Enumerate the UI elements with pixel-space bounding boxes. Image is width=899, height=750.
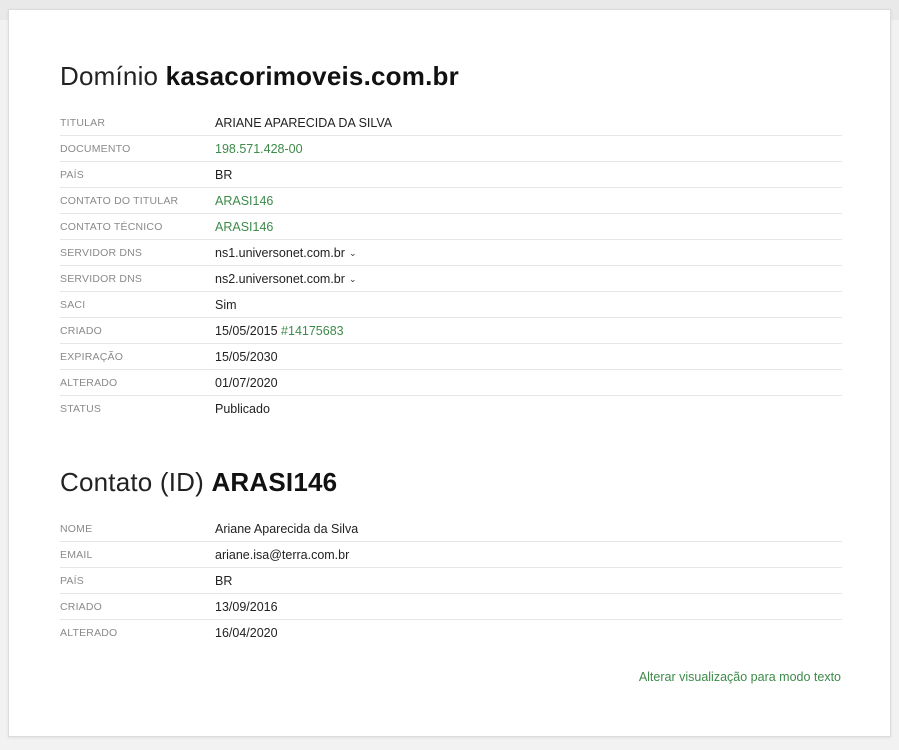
row-label: ALTERADO (60, 627, 118, 639)
row-alterado: ALTERADO 16/04/2020 (60, 620, 842, 646)
dns-server-2-value: ns2.universonet.com.br (215, 271, 345, 286)
row-documento: DOCUMENTO 198.571.428-00 (60, 136, 842, 162)
pais-value: BR (215, 167, 233, 182)
row-label: CONTATO TÉCNICO (60, 220, 163, 233)
row-saci: SACI Sim (60, 292, 842, 318)
contact-title-prefix: Contato (ID) (60, 467, 205, 497)
row-label: PAÍS (60, 168, 84, 181)
row-label: DOCUMENTO (60, 142, 131, 155)
dns-server-1[interactable]: ns1.universonet.com.br ⌄ (215, 246, 356, 260)
row-label: CRIADO (60, 324, 103, 337)
email-value: ariane.isa@terra.com.br (215, 547, 350, 562)
criado-date: 15/05/2015 (215, 323, 278, 338)
row-email: EMAIL ariane.isa@terra.com.br (60, 542, 842, 568)
row-label: EXPIRAÇÃO (60, 350, 124, 363)
saci-value: Sim (215, 297, 237, 312)
row-label: SERVIDOR DNS (60, 246, 143, 259)
row-criado: CRIADO 13/09/2016 (60, 594, 842, 620)
whois-card: Domínio kasacorimoveis.com.br TITULAR AR… (8, 9, 891, 737)
row-label: SERVIDOR DNS (60, 272, 143, 285)
alterado-value: 16/04/2020 (215, 626, 278, 640)
ticket-link[interactable]: #14175683 (281, 324, 344, 338)
criado-value: 15/05/2015 #14175683 (215, 324, 344, 338)
pais-value: BR (215, 573, 233, 588)
row-contato-tecnico: CONTATO TÉCNICO ARASI146 (60, 214, 842, 240)
row-label: ALTERADO (60, 376, 118, 389)
contact-details-table: NOME Ariane Aparecida da Silva EMAIL ari… (60, 516, 842, 646)
domain-details-table: TITULAR ARIANE APARECIDA DA SILVA DOCUME… (60, 110, 842, 422)
row-label: STATUS (60, 403, 102, 415)
documento-link[interactable]: 198.571.428-00 (215, 142, 303, 156)
contact-section: Contato (ID) ARASI146 NOME Ariane Aparec… (60, 466, 842, 646)
domain-name: kasacorimoveis.com.br (165, 61, 459, 91)
row-alterado: ALTERADO 01/07/2020 (60, 370, 842, 396)
domain-section: Domínio kasacorimoveis.com.br TITULAR AR… (60, 60, 842, 422)
row-label: PAÍS (60, 574, 84, 587)
row-servidor-dns-1: SERVIDOR DNS ns1.universonet.com.br ⌄ (60, 240, 842, 266)
row-titular: TITULAR ARIANE APARECIDA DA SILVA (60, 110, 842, 136)
alterado-value: 01/07/2020 (215, 375, 278, 390)
status-value: Publicado (215, 402, 270, 416)
titular-value: ARIANE APARECIDA DA SILVA (215, 115, 393, 130)
contato-tecnico-link[interactable]: ARASI146 (215, 220, 273, 234)
chevron-down-icon[interactable]: ⌄ (349, 274, 357, 285)
row-criado: CRIADO 15/05/2015 #14175683 (60, 318, 842, 344)
row-nome: NOME Ariane Aparecida da Silva (60, 516, 842, 542)
row-label: TITULAR (60, 116, 106, 129)
row-pais: PAÍS BR (60, 162, 842, 188)
domain-title: Domínio kasacorimoveis.com.br (60, 60, 842, 110)
row-label: NOME (60, 522, 93, 535)
contact-title: Contato (ID) ARASI146 (60, 466, 842, 516)
dns-server-1-value: ns1.universonet.com.br (215, 245, 345, 260)
row-servidor-dns-2: SERVIDOR DNS ns2.universonet.com.br ⌄ (60, 266, 842, 292)
row-pais: PAÍS BR (60, 568, 842, 594)
row-status: STATUS Publicado (60, 396, 842, 422)
row-label: SACI (60, 298, 86, 311)
row-label: CRIADO (60, 600, 103, 613)
nome-value: Ariane Aparecida da Silva (215, 521, 359, 536)
row-label: EMAIL (60, 548, 93, 561)
row-label: CONTATO DO TITULAR (60, 194, 179, 207)
criado-value: 13/09/2016 (215, 599, 278, 614)
chevron-down-icon[interactable]: ⌄ (349, 248, 357, 259)
domain-title-prefix: Domínio (60, 61, 159, 91)
contato-titular-link[interactable]: ARASI146 (215, 194, 273, 208)
contact-id: ARASI146 (211, 467, 338, 497)
expiracao-value: 15/05/2030 (215, 349, 278, 364)
text-mode-toggle-link[interactable]: Alterar visualização para modo texto (639, 670, 841, 684)
row-contato-titular: CONTATO DO TITULAR ARASI146 (60, 188, 842, 214)
dns-server-2[interactable]: ns2.universonet.com.br ⌄ (215, 272, 356, 286)
row-expiracao: EXPIRAÇÃO 15/05/2030 (60, 344, 842, 370)
